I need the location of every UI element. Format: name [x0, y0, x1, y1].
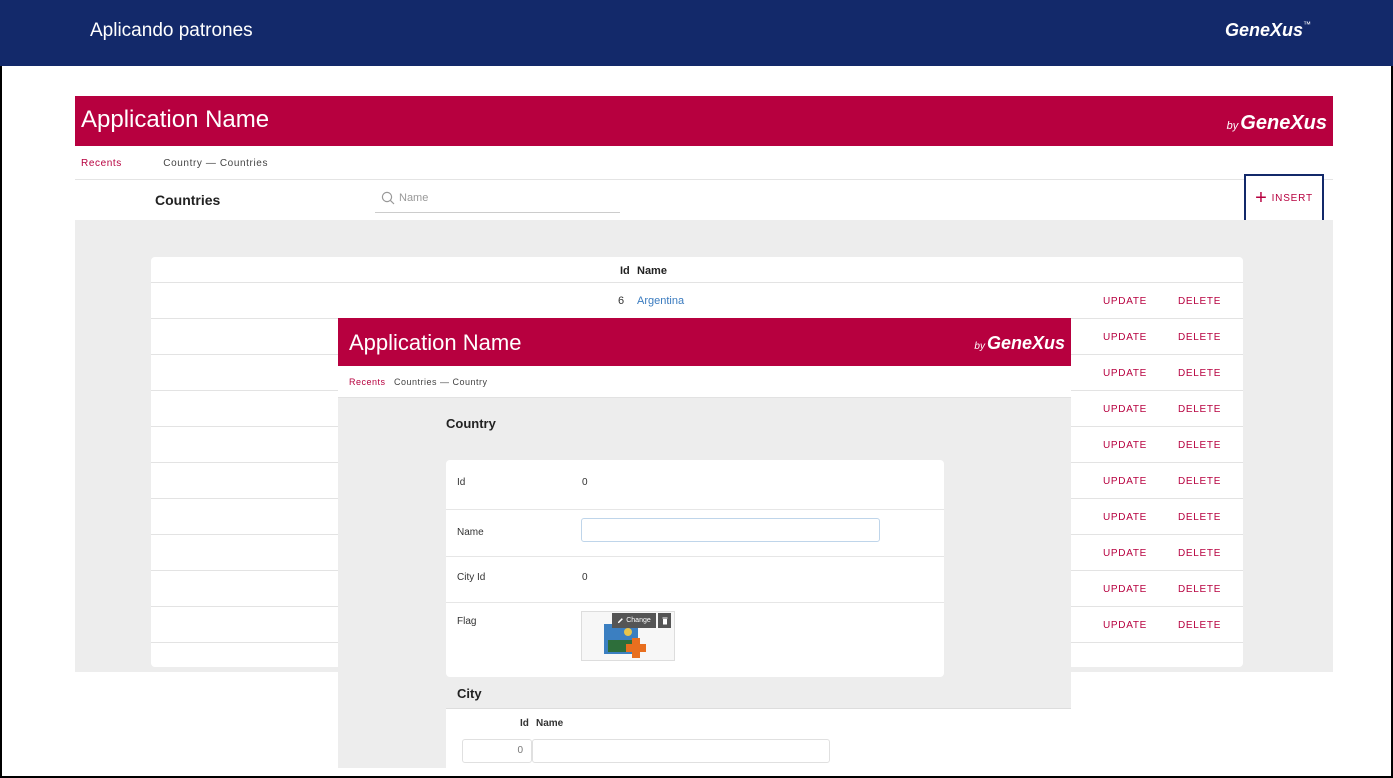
field-row-id: Id 0 — [446, 460, 944, 510]
delete-link[interactable]: DELETE — [1178, 368, 1221, 379]
field-label-city-id: City Id — [457, 572, 486, 583]
change-flag-button[interactable]: Change — [612, 613, 656, 628]
breadcrumb: Recents Country — Countries — [81, 158, 268, 169]
city-name-input[interactable] — [532, 739, 830, 763]
plus-icon: + — [1255, 187, 1268, 209]
genexus-logo: GeneXus™ — [1224, 20, 1311, 40]
search-input[interactable] — [399, 192, 609, 204]
update-link[interactable]: UPDATE — [1103, 584, 1147, 595]
change-label: Change — [626, 617, 651, 624]
update-link[interactable]: UPDATE — [1103, 548, 1147, 559]
search-box — [375, 189, 620, 213]
name-field[interactable] — [581, 518, 880, 542]
page-title: Countries — [155, 192, 221, 208]
city-id-cell[interactable]: 0 — [462, 739, 532, 763]
country-form-window: Application Name by GeneXus Recents Count… — [338, 318, 1071, 768]
form-breadcrumb-path: Countries — Country — [394, 377, 488, 387]
app-name: Application Name — [81, 106, 270, 133]
column-header-id: Id — [620, 265, 630, 277]
delete-link[interactable]: DELETE — [1178, 332, 1221, 343]
field-row-flag: Flag Change — [446, 603, 944, 677]
field-value-city-id: 0 — [582, 572, 588, 583]
form-breadcrumb: Recents Countries — Country — [338, 366, 1071, 398]
update-link[interactable]: UPDATE — [1103, 512, 1147, 523]
row-id: 6 — [618, 295, 625, 307]
delete-link[interactable]: DELETE — [1178, 296, 1221, 307]
city-column-name: Name — [536, 718, 564, 729]
form-breadcrumb-recents-link[interactable]: Recents — [349, 377, 386, 387]
city-section-title: City — [457, 686, 482, 701]
delete-link[interactable]: DELETE — [1178, 620, 1221, 631]
update-link[interactable]: UPDATE — [1103, 296, 1147, 307]
form-app-header: Application Name by GeneXus — [338, 318, 1071, 366]
breadcrumb-path: Country — Countries — [163, 158, 269, 169]
field-row-city-id: City Id 0 — [446, 557, 944, 603]
pencil-icon — [618, 618, 624, 624]
insert-label: INSERT — [1271, 192, 1313, 204]
remove-flag-button[interactable] — [658, 613, 671, 628]
flag-image-upload[interactable]: Change — [581, 611, 675, 661]
slide-header: Aplicando patrones GeneXus™ — [0, 0, 1393, 66]
divider — [75, 179, 1333, 180]
city-section: City Id Name 0 — [446, 677, 1071, 768]
field-label-id: Id — [457, 477, 466, 488]
search-icon — [381, 191, 395, 205]
by-genexus-logo: by GeneXus — [1226, 112, 1327, 134]
delete-link[interactable]: DELETE — [1178, 512, 1221, 523]
table-row: 6 Argentina UPDATE DELETE — [151, 283, 1243, 319]
delete-link[interactable]: DELETE — [1178, 404, 1221, 415]
form-title: Country — [446, 416, 496, 431]
field-value-id: 0 — [582, 477, 588, 488]
update-link[interactable]: UPDATE — [1103, 620, 1147, 631]
trash-icon — [662, 617, 667, 624]
update-link[interactable]: UPDATE — [1103, 476, 1147, 487]
delete-link[interactable]: DELETE — [1178, 476, 1221, 487]
city-grid: Id Name 0 — [446, 709, 1071, 768]
update-link[interactable]: UPDATE — [1103, 440, 1147, 451]
form-app-name: Application Name — [349, 330, 522, 355]
delete-link[interactable]: DELETE — [1178, 548, 1221, 559]
column-header-name: Name — [637, 265, 667, 277]
country-form-card: Id 0 Name City Id 0 Flag Change — [446, 460, 944, 677]
field-label-flag: Flag — [457, 616, 477, 627]
slide-title: Aplicando patrones — [90, 20, 253, 41]
grid-header: Id Name — [151, 257, 1243, 283]
delete-link[interactable]: DELETE — [1178, 440, 1221, 451]
city-column-id: Id — [520, 718, 529, 729]
update-link[interactable]: UPDATE — [1103, 368, 1147, 379]
breadcrumb-recents-link[interactable]: Recents — [81, 158, 122, 169]
row-name-link[interactable]: Argentina — [637, 295, 684, 307]
delete-link[interactable]: DELETE — [1178, 584, 1221, 595]
insert-button[interactable]: + INSERT — [1244, 174, 1324, 222]
field-row-name: Name — [446, 510, 944, 557]
update-link[interactable]: UPDATE — [1103, 404, 1147, 415]
app-header: Application Name by GeneXus — [75, 96, 1333, 146]
update-link[interactable]: UPDATE — [1103, 332, 1147, 343]
form-by-genexus-logo: by GeneXus — [974, 333, 1065, 353]
field-label-name: Name — [457, 527, 484, 538]
